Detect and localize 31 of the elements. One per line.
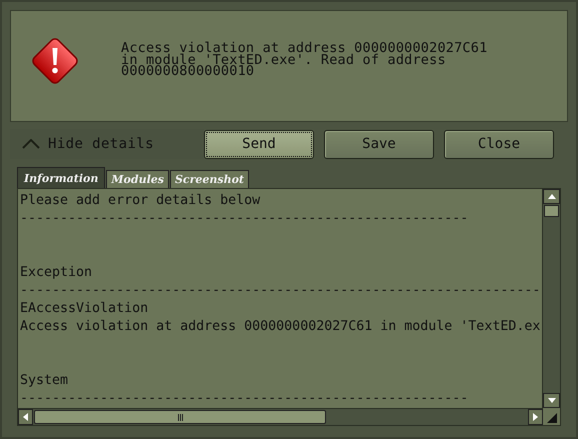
vertical-scrollbar[interactable] — [542, 189, 560, 408]
chevron-icon — [22, 139, 40, 149]
report-line: System — [20, 372, 70, 390]
right-arrow-icon — [533, 413, 538, 421]
report-text-area[interactable] — [17, 188, 561, 426]
tab[interactable]: Modules — [106, 170, 169, 188]
size-grip-icon — [547, 413, 557, 423]
report-line: EAccessViolation — [20, 300, 150, 318]
tab[interactable]: Information — [17, 167, 106, 188]
error-message: Access violation at address 0000000002027C61 in module 'TextED.exe'. Read of address 0000000800000010 — [121, 43, 488, 78]
scroll-left-button[interactable] — [18, 409, 33, 425]
send-button[interactable]: Send — [204, 130, 314, 158]
save-button[interactable]: Save — [324, 130, 434, 158]
scroll-thumb[interactable] — [34, 410, 326, 424]
report-line: -------------------------------------------------------- — [20, 390, 470, 408]
close-button[interactable]: Close — [444, 130, 554, 158]
grip-icon — [178, 414, 182, 420]
scroll-down-button[interactable] — [543, 393, 560, 408]
scroll-right-button[interactable] — [528, 409, 543, 425]
tab[interactable]: Screenshot — [170, 170, 249, 188]
scroll-thumb[interactable] — [544, 205, 559, 217]
horizontal-scrollbar[interactable] — [18, 408, 543, 425]
report-line: Exception — [20, 264, 94, 282]
down-arrow-icon — [548, 398, 556, 403]
report-line: Access violation at address 0000000002027C61 in module 'TextED.ex — [20, 318, 542, 336]
report-line: -------------------------------------------------------- — [20, 210, 470, 228]
scroll-up-button[interactable] — [543, 189, 560, 204]
up-arrow-icon — [548, 194, 556, 199]
report-line: ----------------------------------------------------------------- — [20, 282, 542, 300]
report-line: Please add error details below — [20, 192, 262, 210]
left-arrow-icon — [23, 413, 28, 421]
